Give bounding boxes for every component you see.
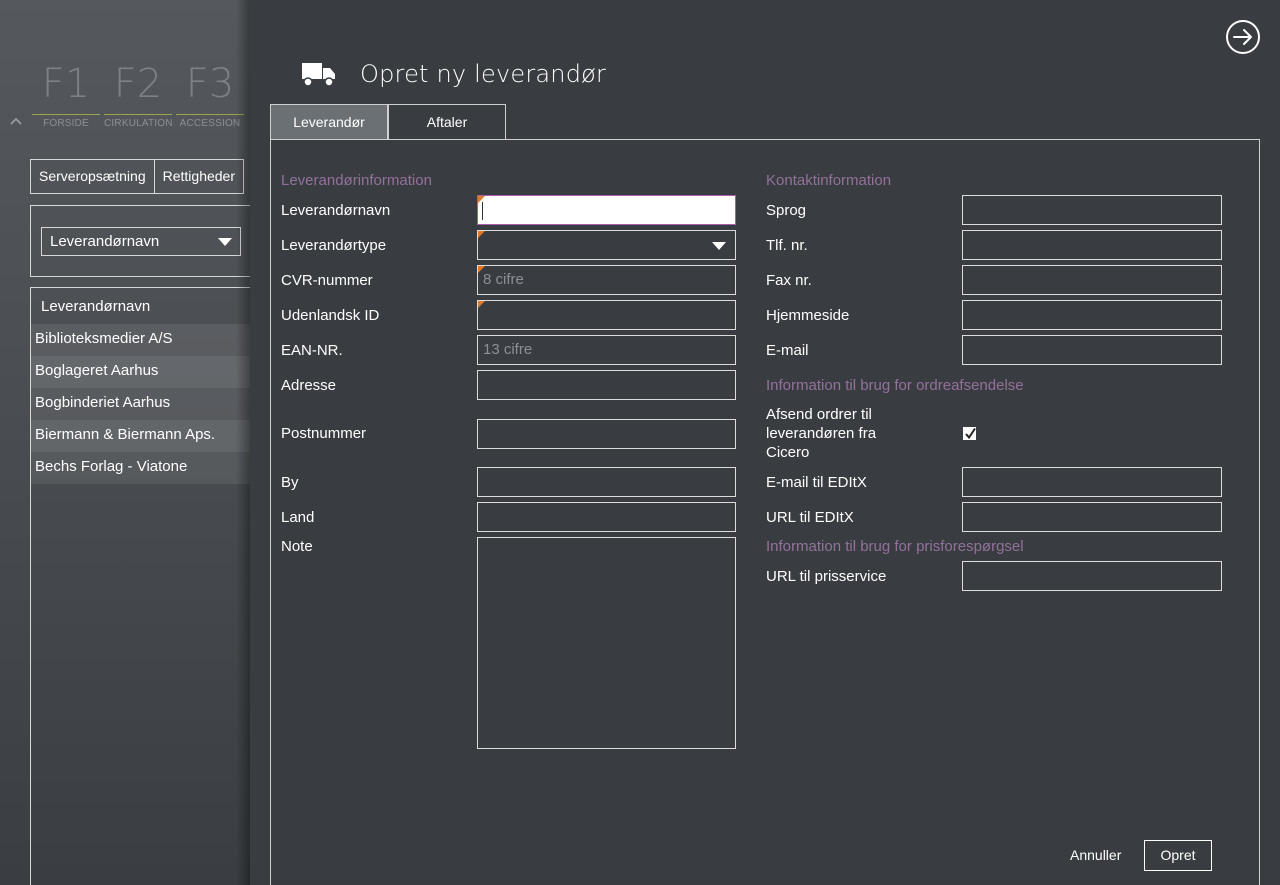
fkey-cirkulation[interactable]: F2 CIRKULATION bbox=[102, 60, 174, 129]
tab-panel: Leverandørinformation Leverandørnavn Lev… bbox=[270, 139, 1260, 885]
dropdown-arrow-icon bbox=[218, 238, 232, 246]
label-fax: Fax nr. bbox=[766, 272, 812, 289]
list-item[interactable]: Bogbinderiet Aarhus bbox=[31, 388, 250, 420]
create-button[interactable]: Opret bbox=[1144, 840, 1212, 871]
label-city: By bbox=[281, 474, 299, 491]
label-website: Hjemmeside bbox=[766, 307, 850, 324]
label-email: E-mail bbox=[766, 342, 809, 359]
cvr-input[interactable]: 8 cifre bbox=[477, 265, 736, 295]
fkey-label: ACCESSION bbox=[176, 114, 244, 129]
label-send-orders: Afsend ordrer til leverandøren fra Cicer… bbox=[766, 405, 916, 462]
postal-code-input[interactable] bbox=[477, 419, 736, 449]
send-orders-checkbox[interactable] bbox=[963, 427, 976, 440]
background-app: F1 FORSIDE F2 CIRKULATION F3 ACCESSION S… bbox=[0, 0, 250, 885]
tab-aftaler[interactable]: Aftaler bbox=[388, 104, 506, 139]
tab-leverandor[interactable]: Leverandør bbox=[270, 104, 388, 139]
supplier-name-input[interactable] bbox=[477, 195, 736, 225]
label-cvr: CVR-nummer bbox=[281, 272, 373, 289]
list-item[interactable]: Bechs Forlag - Viatone bbox=[31, 452, 250, 484]
label-line: leverandøren fra bbox=[766, 425, 877, 442]
fkey-number: F1 bbox=[41, 61, 91, 107]
address-input[interactable] bbox=[477, 370, 736, 400]
label-address: Adresse bbox=[281, 377, 337, 394]
label-line: Cicero bbox=[766, 444, 810, 461]
ean-input[interactable]: 13 cifre bbox=[477, 335, 736, 365]
price-url-input[interactable] bbox=[962, 561, 1222, 591]
dropdown-arrow-icon bbox=[712, 242, 726, 250]
label-supplier-type: Leverandørtype bbox=[281, 237, 387, 254]
chevron-up-icon[interactable] bbox=[10, 116, 22, 126]
fkey-label: FORSIDE bbox=[32, 114, 100, 129]
supplier-type-select[interactable] bbox=[477, 230, 736, 260]
close-dialog-button[interactable] bbox=[1226, 20, 1260, 54]
label-supplier-name: Leverandørnavn bbox=[281, 202, 391, 219]
website-input[interactable] bbox=[962, 300, 1222, 330]
cancel-button[interactable]: Annuller bbox=[1070, 847, 1121, 863]
create-supplier-dialog: Opret ny leverandør Leverandør Aftaler L… bbox=[250, 0, 1280, 885]
dialog-tabs: Leverandør Aftaler bbox=[270, 104, 506, 139]
label-language: Sprog bbox=[766, 202, 807, 219]
list-item[interactable]: Biblioteksmedier A/S bbox=[31, 324, 250, 356]
label-line: Afsend ordrer til bbox=[766, 406, 872, 423]
fax-input[interactable] bbox=[962, 265, 1222, 295]
section-title-price-info: Information til brug for prisforespørgse… bbox=[766, 538, 1024, 555]
phone-input[interactable] bbox=[962, 230, 1222, 260]
note-textarea[interactable] bbox=[477, 537, 736, 749]
label-editx-url: URL til EDItX bbox=[766, 509, 854, 526]
list-item[interactable]: Boglageret Aarhus bbox=[31, 356, 250, 388]
label-foreign-id: Udenlandsk ID bbox=[281, 307, 380, 324]
label-ean: EAN-NR. bbox=[281, 342, 343, 359]
label-phone: Tlf. nr. bbox=[766, 237, 808, 254]
dialog-shadow bbox=[236, 0, 250, 885]
filter-select-value: Leverandørnavn bbox=[50, 233, 160, 250]
section-title-supplier-info: Leverandørinformation bbox=[281, 172, 432, 189]
language-input[interactable] bbox=[962, 195, 1222, 225]
fkey-number: F2 bbox=[113, 61, 163, 107]
city-input[interactable] bbox=[477, 467, 736, 497]
filter-select[interactable]: Leverandørnavn bbox=[41, 227, 241, 256]
bg-button-row: Serveropsætning Rettigheder bbox=[30, 159, 245, 194]
editx-email-input[interactable] bbox=[962, 467, 1222, 497]
label-editx-email: E-mail til EDItX bbox=[766, 474, 867, 491]
country-input[interactable] bbox=[477, 502, 736, 532]
section-title-contact-info: Kontaktinformation bbox=[766, 172, 892, 189]
checkmark-icon bbox=[965, 427, 976, 440]
fkey-forside[interactable]: F1 FORSIDE bbox=[30, 60, 102, 129]
dialog-header: Opret ny leverandør bbox=[302, 60, 606, 88]
label-note: Note bbox=[281, 538, 313, 555]
label-country: Land bbox=[281, 509, 315, 526]
label-postal-code: Postnummer bbox=[281, 425, 367, 442]
dialog-title: Opret ny leverandør bbox=[360, 60, 607, 88]
arrow-right-icon bbox=[1233, 29, 1252, 45]
fkey-label: CIRKULATION bbox=[104, 114, 173, 129]
label-price-url: URL til prisservice bbox=[766, 568, 887, 585]
list-item[interactable]: Biermann & Biermann Aps. bbox=[31, 420, 250, 452]
email-input[interactable] bbox=[962, 335, 1222, 365]
supplier-list: Leverandørnavn Biblioteksmedier A/S Bogl… bbox=[30, 287, 250, 885]
input-placeholder: 8 cifre bbox=[483, 271, 524, 288]
serveropsaetning-button[interactable]: Serveropsætning bbox=[30, 159, 155, 194]
editx-url-input[interactable] bbox=[962, 502, 1222, 532]
foreign-id-input[interactable] bbox=[477, 300, 736, 330]
filter-box: Leverandørnavn bbox=[30, 205, 250, 277]
list-header[interactable]: Leverandørnavn bbox=[31, 288, 250, 324]
section-title-order-info: Information til brug for ordreafsendelse bbox=[766, 377, 1024, 394]
truck-icon bbox=[302, 63, 335, 87]
function-key-bar: F1 FORSIDE F2 CIRKULATION F3 ACCESSION bbox=[30, 60, 246, 129]
input-placeholder: 13 cifre bbox=[483, 341, 533, 358]
rettigheder-button[interactable]: Rettigheder bbox=[154, 159, 245, 194]
